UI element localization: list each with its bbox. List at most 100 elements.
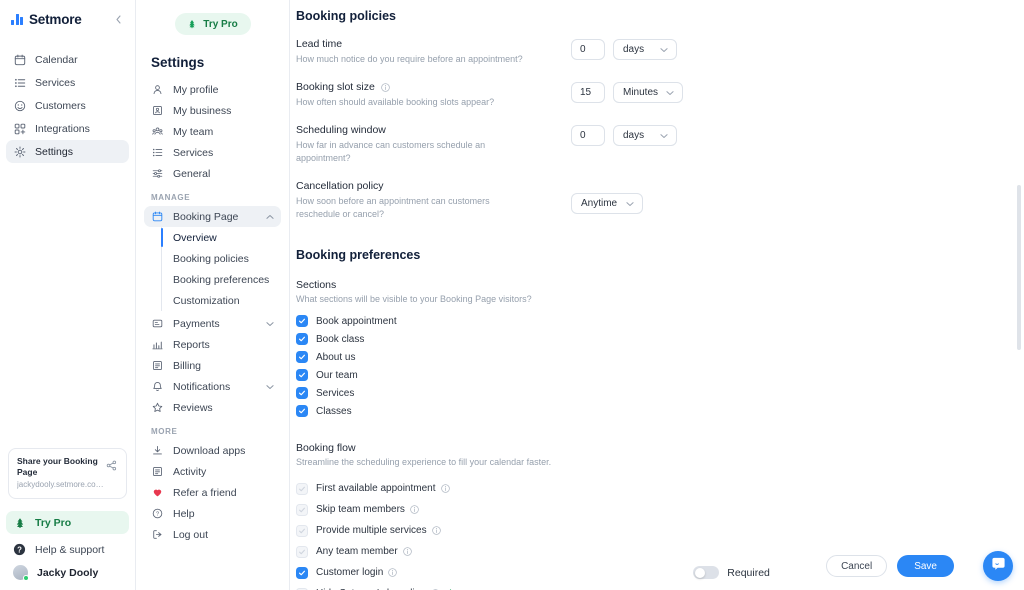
share-icon[interactable]	[104, 456, 118, 471]
settings-item-reviews[interactable]: Reviews	[144, 397, 281, 418]
info-icon[interactable]	[431, 526, 441, 535]
chevron-down-icon[interactable]	[266, 321, 274, 327]
try-pro-label: Try Pro	[35, 516, 72, 529]
cancel-button[interactable]: Cancel	[826, 555, 888, 577]
checkbox-row-classes[interactable]: Classes	[296, 402, 1024, 420]
settings-item-general[interactable]: General	[144, 163, 281, 184]
chat-bubble-icon	[991, 556, 1006, 576]
sidebar-item-integrations[interactable]: Integrations	[6, 117, 129, 140]
settings-item-my-profile[interactable]: My profile	[144, 79, 281, 100]
checkbox-row-book-class[interactable]: Book class	[296, 330, 1024, 348]
settings-item-billing[interactable]: Billing	[144, 355, 281, 376]
sub-item-booking-preferences[interactable]: Booking preferences	[162, 269, 281, 290]
chevron-up-icon[interactable]	[266, 214, 274, 220]
sidebar-item-calendar[interactable]: Calendar	[6, 48, 129, 71]
share-booking-page-card[interactable]: Share your Booking Page jackydooly.setmo…	[8, 448, 127, 499]
sidebar-item-customers[interactable]: Customers	[6, 94, 129, 117]
settings-item-reports[interactable]: Reports	[144, 334, 281, 355]
download-icon	[151, 444, 164, 457]
sidebar-item-services[interactable]: Services	[6, 71, 129, 94]
scheduling-window-unit-select[interactable]: days	[613, 125, 677, 146]
question-circle-icon: ?	[151, 507, 164, 520]
settings-item-services[interactable]: Services	[144, 142, 281, 163]
policy-label: Lead time	[296, 38, 343, 50]
sidebar-item-settings[interactable]: Settings	[6, 140, 129, 163]
chat-support-button[interactable]	[983, 551, 1013, 581]
settings-item-booking-page[interactable]: Booking Page	[144, 206, 281, 227]
chevron-down-icon[interactable]	[266, 384, 274, 390]
checkbox-label-wrap: Any team member	[316, 546, 412, 557]
booking-slot-size-unit-select[interactable]: Minutes	[613, 82, 684, 103]
building-icon	[151, 104, 164, 117]
info-icon[interactable]	[388, 568, 398, 577]
sub-item-booking-policies[interactable]: Booking policies	[162, 248, 281, 269]
list-icon	[13, 76, 26, 89]
settings-item-payments[interactable]: Payments	[144, 313, 281, 334]
checkbox-any-team-member[interactable]	[296, 545, 308, 558]
checkbox-row-our-team[interactable]: Our team	[296, 366, 1024, 384]
settings-item-download-apps[interactable]: Download apps	[144, 440, 281, 461]
checkbox-label-wrap: First available appointment	[316, 483, 450, 494]
policy-label: Scheduling window	[296, 124, 386, 136]
heart-icon	[151, 486, 164, 499]
settings-item-notifications[interactable]: Notifications	[144, 376, 281, 397]
checkbox-provide-multiple-services[interactable]	[296, 524, 308, 537]
checkbox-row-book-appointment[interactable]: Book appointment	[296, 312, 1024, 330]
checkbox-row-provide-multiple-services[interactable]: Provide multiple services	[296, 520, 1024, 541]
checkbox-about-us[interactable]	[296, 351, 308, 363]
settings-item-label: Activity	[173, 465, 207, 478]
checkbox-label: Customer login	[316, 567, 384, 578]
lead-time-input[interactable]: 0	[571, 39, 605, 60]
sub-item-label: Overview	[173, 231, 217, 244]
sub-item-customization[interactable]: Customization	[162, 290, 281, 311]
settings-item-help[interactable]: ? Help	[144, 503, 281, 524]
settings-item-label: My team	[173, 125, 214, 138]
scheduling-window-input[interactable]: 0	[571, 125, 605, 146]
sections-heading: Sections	[296, 279, 337, 291]
policy-description: How often should available booking slots…	[296, 97, 495, 107]
policy-text: Lead time How much notice do you require…	[296, 38, 571, 66]
checkbox-book-class[interactable]	[296, 333, 308, 345]
info-icon[interactable]	[440, 484, 450, 493]
info-icon[interactable]	[410, 505, 419, 514]
booking-slot-size-input[interactable]: 15	[571, 82, 605, 103]
settings-item-refer-a-friend[interactable]: Refer a friend	[144, 482, 281, 503]
checkbox-our-team[interactable]	[296, 369, 308, 381]
settings-item-my-business[interactable]: My business	[144, 100, 281, 121]
info-icon[interactable]	[402, 547, 412, 556]
save-button[interactable]: Save	[897, 555, 954, 577]
settings-item-label: Booking Page	[173, 210, 239, 223]
checkbox-skip-team-members[interactable]	[296, 503, 308, 516]
checkbox-row-hide-setmore-branding[interactable]: Hide Setmore's branding	[296, 583, 1024, 590]
checkbox-row-skip-team-members[interactable]: Skip team members	[296, 499, 1024, 520]
checkbox-row-about-us[interactable]: About us	[296, 348, 1024, 366]
sidebar-item-user-profile[interactable]: Jacky Dooly	[6, 561, 129, 584]
settings-item-log-out[interactable]: Log out	[144, 524, 281, 545]
checkbox-first-available-appointment[interactable]	[296, 482, 308, 495]
reports-icon	[151, 338, 164, 351]
calendar-icon	[151, 210, 164, 223]
vertical-scrollbar[interactable]	[1017, 185, 1021, 350]
settings-item-label: Refer a friend	[173, 486, 237, 499]
checkbox-row-services[interactable]: Services	[296, 384, 1024, 402]
sub-item-overview[interactable]: Overview	[161, 227, 281, 248]
try-pro-button-settings[interactable]: Try Pro	[174, 13, 251, 35]
try-pro-button-sidebar[interactable]: Try Pro	[6, 511, 129, 534]
checkbox-services[interactable]	[296, 387, 308, 399]
settings-item-my-team[interactable]: My team	[144, 121, 281, 142]
required-toggle[interactable]	[693, 566, 720, 579]
checkbox-row-first-available-appointment[interactable]: First available appointment	[296, 478, 1024, 499]
chevron-left-icon[interactable]	[111, 12, 125, 26]
checkbox-book-appointment[interactable]	[296, 315, 308, 327]
settings-item-activity[interactable]: Activity	[144, 461, 281, 482]
checkbox-classes[interactable]	[296, 405, 308, 417]
info-icon[interactable]	[381, 82, 390, 92]
policy-controls: 15 Minutes	[571, 82, 684, 103]
lead-time-unit-select[interactable]: days	[613, 39, 677, 60]
star-icon	[151, 401, 164, 414]
settings-item-label: Reports	[173, 338, 210, 351]
sidebar-item-help-support[interactable]: ? Help & support	[6, 538, 129, 561]
settings-sidebar: Try Pro Settings My profile My business	[136, 0, 290, 590]
checkbox-customer-login[interactable]	[296, 566, 308, 579]
cancellation-policy-select[interactable]: Anytime	[571, 193, 643, 214]
